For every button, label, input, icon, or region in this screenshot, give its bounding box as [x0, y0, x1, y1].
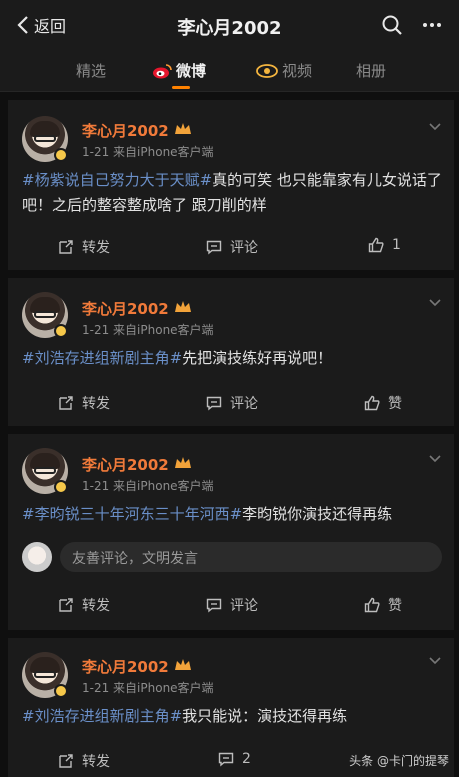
post-meta: 1-21 来自iPhone客户端 [82, 145, 214, 159]
watermark: 头条 @卡门的提琴 [349, 752, 449, 769]
verified-badge-icon [54, 684, 68, 698]
chevron-down-icon[interactable] [428, 454, 442, 464]
chevron-down-icon[interactable] [428, 298, 442, 308]
watermark-text: 头条 @卡门的提琴 [349, 754, 449, 768]
comment-button[interactable]: 2 [218, 751, 251, 767]
repost-label: 转发 [82, 396, 110, 412]
search-icon[interactable] [381, 14, 403, 36]
like-label: 1 [392, 237, 401, 253]
comment-icon [206, 240, 222, 255]
post-body: 先把演技练好再说吧！ [182, 349, 333, 367]
like-label: 赞 [388, 396, 402, 412]
chevron-down-icon[interactable] [428, 656, 442, 666]
post-meta: 1-21 来自iPhone客户端 [82, 479, 214, 493]
post-text: #刘浩存进组新剧主角#先把演技练好再说吧！ [22, 346, 442, 371]
comment-label: 评论 [230, 598, 258, 614]
comment-input[interactable]: 友善评论，文明发言 [60, 542, 442, 572]
like-button[interactable]: 赞 [364, 595, 402, 615]
repost-icon [59, 598, 73, 612]
my-avatar [22, 542, 52, 572]
comment-count: 2 [242, 751, 251, 767]
like-icon [364, 395, 380, 411]
comment-icon [218, 752, 234, 767]
post-text: #杨紫说自己努力大于天赋#真的可笑 也只能靠家有儿女说话了吧！之后的整容整成啥了… [22, 168, 442, 218]
post-card: 李心月2002 1-21 来自iPhone客户端 #李昀锐三十年河东三十年河西#… [8, 434, 454, 630]
repost-button[interactable]: 转发 [58, 237, 110, 257]
like-button[interactable]: 赞 [364, 393, 402, 413]
hashtag-link[interactable]: #刘浩存进组新剧主角# [22, 349, 182, 367]
active-tab-indicator [172, 86, 190, 89]
like-icon [364, 597, 380, 613]
post-card: 李心月2002 1-21 来自iPhone客户端 #杨紫说自己努力大于天赋#真的… [8, 100, 454, 270]
comment-button[interactable]: 评论 [206, 393, 258, 413]
verified-badge-icon [54, 324, 68, 338]
action-bar: 转发 评论 赞 [8, 595, 454, 615]
crown-icon [175, 123, 191, 134]
profile-tabs: 精选 微博 视频 相册 [0, 50, 459, 92]
post-body: 李昀锐你演技还得再练 [242, 505, 393, 523]
post-body: 我只能说：演技还得再练 [182, 707, 348, 725]
crown-icon [175, 301, 191, 312]
comment-icon [206, 598, 222, 613]
post-card: 李心月2002 1-21 来自iPhone客户端 #刘浩存进组新剧主角#先把演技… [8, 278, 454, 426]
hashtag-link[interactable]: #李昀锐三十年河东三十年河西# [22, 505, 242, 523]
username[interactable]: 李心月2002 [82, 656, 169, 677]
comment-label: 评论 [230, 396, 258, 412]
hashtag-link[interactable]: #杨紫说自己努力大于天赋# [22, 171, 212, 189]
username[interactable]: 李心月2002 [82, 454, 169, 475]
post-text: #刘浩存进组新剧主角#我只能说：演技还得再练 [22, 704, 442, 729]
comment-label: 评论 [230, 240, 258, 256]
like-icon [368, 237, 384, 253]
username[interactable]: 李心月2002 [82, 120, 169, 141]
repost-icon [59, 396, 73, 410]
tab-label: 微博 [176, 62, 207, 80]
hashtag-link[interactable]: #刘浩存进组新剧主角# [22, 707, 182, 725]
tab-label: 相册 [356, 62, 387, 80]
comment-composer: 友善评论，文明发言 [22, 542, 442, 574]
repost-label: 转发 [82, 240, 110, 256]
repost-icon [59, 240, 73, 254]
like-label: 赞 [388, 598, 402, 614]
comment-button[interactable]: 评论 [206, 237, 258, 257]
action-bar: 转发 评论 赞 [8, 393, 454, 413]
repost-icon [59, 754, 73, 768]
repost-label: 转发 [82, 598, 110, 614]
repost-button[interactable]: 转发 [58, 393, 110, 413]
repost-button[interactable]: 转发 [58, 595, 110, 615]
tab-weibo[interactable]: 微博 [152, 60, 206, 81]
tab-albums[interactable]: 相册 [356, 60, 386, 81]
action-bar: 转发 评论 1 [8, 237, 454, 257]
repost-label: 转发 [82, 754, 110, 770]
verified-badge-icon [54, 148, 68, 162]
post-meta: 1-21 来自iPhone客户端 [82, 681, 214, 695]
top-bar: 返回 李心月2002 [0, 0, 459, 50]
tab-videos[interactable]: 视频 [256, 60, 312, 81]
username[interactable]: 李心月2002 [82, 298, 169, 319]
comment-button[interactable]: 评论 [206, 595, 258, 615]
post-meta: 1-21 来自iPhone客户端 [82, 323, 214, 337]
comment-icon [206, 396, 222, 411]
crown-icon [175, 457, 191, 468]
more-icon[interactable] [421, 14, 443, 36]
post-text: #李昀锐三十年河东三十年河西#李昀锐你演技还得再练 [22, 502, 442, 527]
repost-button[interactable]: 转发 [58, 751, 110, 771]
verified-badge-icon [54, 480, 68, 494]
video-icon [256, 63, 278, 78]
tab-featured[interactable]: 精选 [76, 60, 106, 81]
tab-label: 视频 [282, 62, 313, 80]
chevron-down-icon[interactable] [428, 122, 442, 132]
tab-label: 精选 [76, 62, 107, 80]
crown-icon [175, 659, 191, 670]
weibo-icon [153, 63, 172, 78]
like-button[interactable]: 1 [368, 237, 401, 253]
